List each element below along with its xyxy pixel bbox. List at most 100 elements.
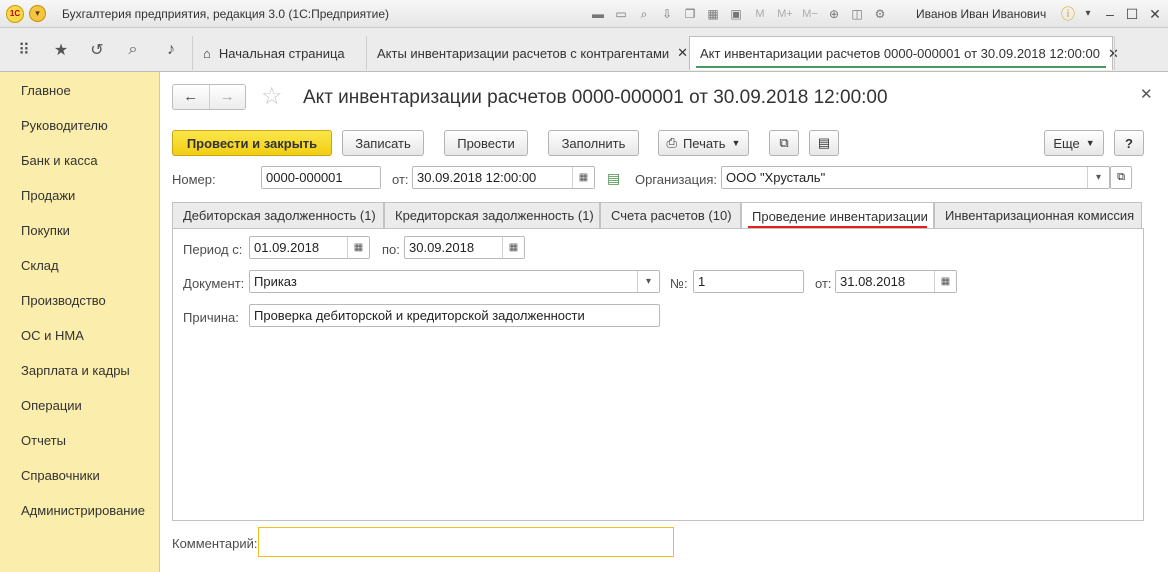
calendar-icon[interactable]: ▦: [502, 237, 524, 258]
calendar-icon[interactable]: ▦: [572, 167, 594, 188]
sidebar-item-sales[interactable]: Продажи: [21, 188, 75, 203]
chevron-down-icon[interactable]: ▾: [1078, 4, 1098, 24]
related-docs-icon[interactable]: ▤: [607, 170, 620, 187]
forward-arrow-icon[interactable]: →: [208, 85, 246, 109]
tab-home[interactable]: ⌂ Начальная страница: [192, 36, 366, 70]
sidebar-item-manager[interactable]: Руководителю: [21, 118, 108, 133]
date-value: 30.09.2018 12:00:00: [417, 170, 537, 185]
memory-plus-icon[interactable]: M+: [774, 4, 796, 24]
doc-date-field[interactable]: 31.08.2018 ▦: [835, 270, 957, 293]
document-field[interactable]: Приказ ▾: [249, 270, 660, 293]
history-icon[interactable]: ↺: [85, 38, 109, 62]
post-and-close-button[interactable]: Провести и закрыть: [172, 130, 332, 156]
close-tab-icon[interactable]: ✕: [677, 45, 688, 61]
tab-label: Начальная страница: [218, 45, 345, 61]
post-button[interactable]: Провести: [444, 130, 528, 156]
journal-button[interactable]: ▤: [809, 130, 839, 156]
help-button[interactable]: ?: [1114, 130, 1144, 156]
organization-field[interactable]: ООО "Хрусталь" ▾: [721, 166, 1110, 189]
more-button[interactable]: Еще ▼: [1044, 130, 1104, 156]
open-organization-icon[interactable]: ⧉: [1110, 166, 1132, 189]
notifications-bell-icon[interactable]: ♪: [159, 38, 183, 62]
back-arrow-icon[interactable]: ←: [173, 85, 209, 109]
more-label: Еще: [1053, 135, 1080, 151]
tab-accounts[interactable]: Счета расчетов (10): [600, 202, 741, 229]
main-menu-button[interactable]: ▾: [29, 5, 46, 22]
print-icon[interactable]: ▭: [611, 4, 631, 24]
sidebar-item-production[interactable]: Производство: [21, 293, 106, 308]
tab-inventory-conduct[interactable]: Проведение инвентаризации: [741, 202, 934, 229]
app-title: Бухгалтерия предприятия, редакция 3.0 (1…: [62, 7, 390, 21]
doc-date-value: 31.08.2018: [840, 274, 906, 289]
sections-grid-icon[interactable]: ⠿: [12, 38, 36, 62]
memory-icon[interactable]: M: [749, 4, 771, 24]
save-button[interactable]: Записать: [342, 130, 424, 156]
sidebar: Главное Руководителю Банк и касса Продаж…: [0, 72, 160, 572]
sidebar-item-catalogs[interactable]: Справочники: [21, 468, 100, 483]
period-from-value: 01.09.2018: [254, 240, 320, 255]
app-logo: 1С: [6, 5, 24, 23]
search-icon[interactable]: ⌕: [121, 38, 145, 62]
tab-payables[interactable]: Кредиторская задолженность (1): [384, 202, 600, 229]
calendar-icon[interactable]: ▦: [347, 237, 369, 258]
sidebar-item-operations[interactable]: Операции: [21, 398, 82, 413]
info-icon[interactable]: ⓘ: [1058, 4, 1078, 24]
maximize-icon[interactable]: ☐: [1122, 4, 1142, 24]
comment-field[interactable]: [258, 527, 674, 557]
sidebar-item-warehouse[interactable]: Склад: [21, 258, 59, 273]
number-label: Номер:: [172, 172, 216, 187]
date-field[interactable]: 30.09.2018 12:00:00 ▦: [412, 166, 595, 189]
attach-icon[interactable]: ⇩: [657, 4, 677, 24]
home-icon: ⌂: [203, 45, 211, 61]
chevron-down-icon: ▼: [1085, 138, 1095, 148]
date-label: от:: [392, 172, 409, 187]
structure-button[interactable]: ⧉: [769, 130, 799, 156]
save-icon[interactable]: ▬: [588, 4, 608, 24]
printer-icon: ⎙: [666, 135, 677, 150]
fill-button[interactable]: Заполнить: [548, 130, 639, 156]
close-form-icon[interactable]: ✕: [1140, 85, 1153, 103]
period-from-field[interactable]: 01.09.2018 ▦: [249, 236, 370, 259]
chevron-down-icon[interactable]: ▾: [637, 271, 659, 292]
chevron-down-icon[interactable]: ▾: [1087, 167, 1109, 188]
tab-receivables[interactable]: Дебиторская задолженность (1): [172, 202, 384, 229]
sidebar-item-purchases[interactable]: Покупки: [21, 223, 70, 238]
calculator-icon[interactable]: ▦: [703, 4, 723, 24]
tabs-overflow[interactable]: [1114, 36, 1144, 70]
minimize-icon[interactable]: –: [1100, 4, 1120, 24]
tab-label: Акт инвентаризации расчетов 0000-000001 …: [700, 46, 1100, 61]
calendar-icon[interactable]: ▣: [726, 4, 746, 24]
doc-number-field[interactable]: 1: [693, 270, 804, 293]
number-field[interactable]: 0000-000001: [261, 166, 381, 189]
document-label: Документ:: [183, 276, 245, 291]
memory-minus-icon[interactable]: M−: [799, 4, 821, 24]
preview-icon[interactable]: ⌕: [634, 4, 654, 24]
zoom-icon[interactable]: ⊕: [824, 4, 844, 24]
sidebar-item-bank[interactable]: Банк и касса: [21, 153, 98, 168]
favorite-star-icon[interactable]: ☆: [261, 82, 283, 111]
sidebar-item-reports[interactable]: Отчеты: [21, 433, 66, 448]
copy-icon[interactable]: ❐: [680, 4, 700, 24]
document-title: Акт инвентаризации расчетов 0000-000001 …: [303, 87, 888, 108]
sidebar-item-salary[interactable]: Зарплата и кадры: [21, 363, 130, 378]
user-name[interactable]: Иванов Иван Иванович: [916, 7, 1046, 21]
panels-icon[interactable]: ◫: [847, 4, 867, 24]
tab-inventory-commission[interactable]: Инвентаризационная комиссия: [934, 202, 1142, 229]
organization-value: ООО "Хрусталь": [726, 170, 826, 185]
navigation-bar: ⠿ ★ ↺ ⌕ ♪ ⌂ Начальная страница Акты инве…: [0, 28, 1168, 72]
sidebar-item-assets[interactable]: ОС и НМА: [21, 328, 84, 343]
period-to-field[interactable]: 30.09.2018 ▦: [404, 236, 525, 259]
calendar-icon[interactable]: ▦: [934, 271, 956, 292]
sidebar-item-main[interactable]: Главное: [21, 83, 71, 98]
reason-field[interactable]: Проверка дебиторской и кредиторской задо…: [249, 304, 660, 327]
close-window-icon[interactable]: ✕: [1145, 4, 1165, 24]
favorites-star-icon[interactable]: ★: [49, 38, 73, 62]
tab-acts-list[interactable]: Акты инвентаризации расчетов с контраген…: [366, 36, 688, 70]
sidebar-item-administration[interactable]: Администрирование: [21, 503, 145, 518]
period-to-value: 30.09.2018: [409, 240, 475, 255]
settings-icon[interactable]: ⚙: [870, 4, 890, 24]
period-from-label: Период с:: [183, 242, 243, 257]
tab-act-document[interactable]: Акт инвентаризации расчетов 0000-000001 …: [689, 36, 1119, 70]
print-button[interactable]: ⎙ Печать ▼: [658, 130, 749, 156]
reason-label: Причина:: [183, 310, 239, 325]
